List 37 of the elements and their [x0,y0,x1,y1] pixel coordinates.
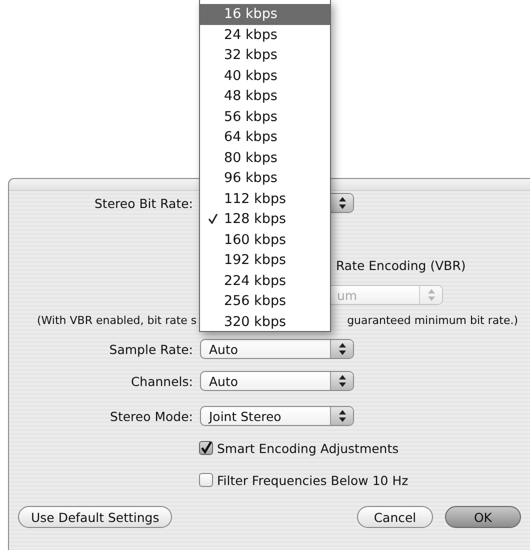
menu-item[interactable]: 24 kbps [200,24,330,45]
checkbox-label: Filter Frequencies Below 10 Hz [217,472,408,488]
menu-item[interactable]: 112 kbps [200,188,330,209]
up-down-arrows-icon [428,289,434,301]
menu-item[interactable]: 96 kbps [200,168,330,188]
dropdown[interactable]: Auto [200,339,354,359]
up-down-arrows-icon [338,197,346,209]
menu-item[interactable]: 48 kbps [200,86,330,106]
menu-item[interactable]: 56 kbps [200,106,330,127]
default-settings-button[interactable]: Use Default Settings [18,506,172,528]
up-down-arrows-icon [338,375,346,387]
menu-item[interactable]: 320 kbps [200,312,330,332]
up-down-arrows-icon [338,410,346,422]
checkbox-label: Rate Encoding (VBR) [336,258,466,272]
menu-item[interactable]: 80 kbps [200,148,330,168]
menu-item[interactable]: 160 kbps [200,230,330,250]
field-label: Stereo Mode: [109,408,193,424]
checkmark-icon [208,214,218,224]
checkbox[interactable] [199,473,213,487]
up-down-arrows-icon [338,343,346,355]
note-text: (With VBR enabled, bit rate s [37,314,197,326]
dropdown[interactable]: Joint Stereo [200,406,354,426]
ok-button[interactable]: OK [445,506,521,528]
checkbox[interactable] [199,441,213,455]
field-label: Stereo Bit Rate: [94,196,193,210]
field-label: Channels: [130,374,193,388]
menu-item[interactable]: 192 kbps [200,250,330,270]
checkbox-label: Smart Encoding Adjustments [217,440,399,456]
note-text: guaranteed minimum bit rate.) [347,314,518,326]
menu-item[interactable]: 16 kbps [200,4,330,24]
cancel-button[interactable]: Cancel [357,506,433,528]
dropdown[interactable]: Auto [200,371,354,391]
menu-item[interactable]: 64 kbps [200,127,330,148]
field-label: Sample Rate: [108,342,193,356]
menu-item[interactable]: 128 kbps [200,209,330,230]
menu-item[interactable]: 32 kbps [200,45,330,66]
menu-item[interactable]: 40 kbps [200,66,330,86]
